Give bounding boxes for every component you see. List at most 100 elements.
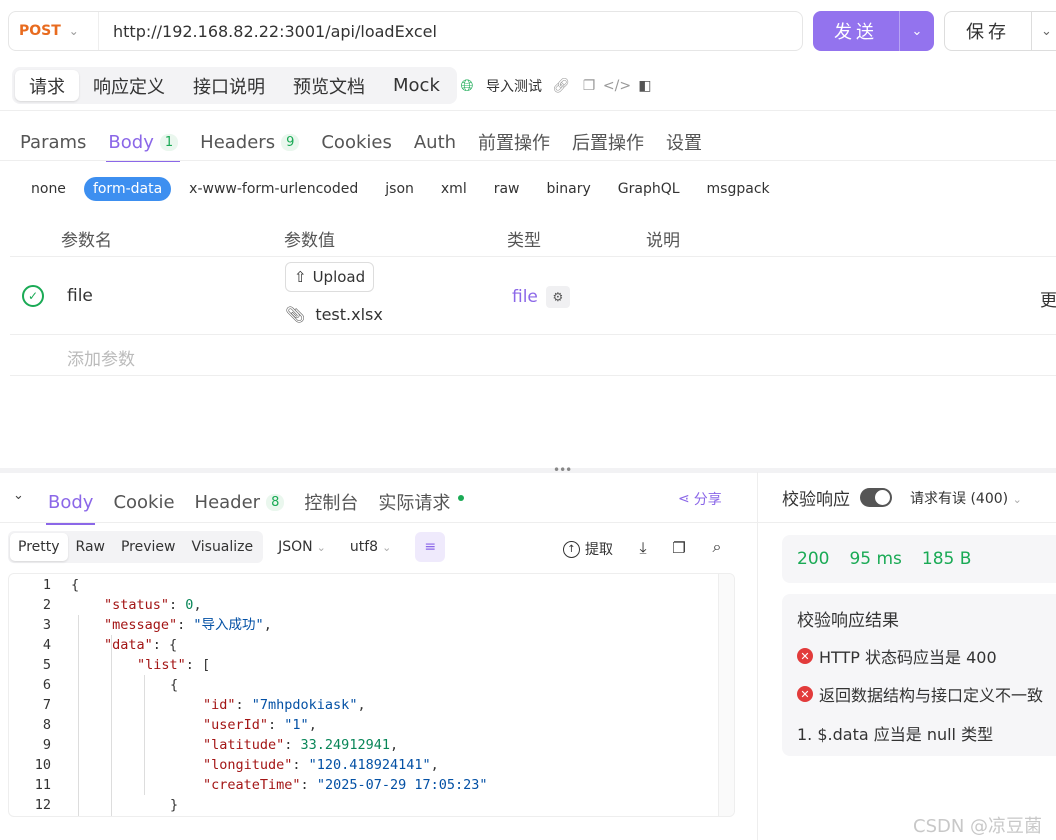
status-code: 200 — [797, 549, 830, 569]
extract-button[interactable]: ↑ 提取 — [563, 539, 613, 559]
tab-response-body[interactable]: Body — [45, 485, 96, 525]
body-type-form-data[interactable]: form-data — [83, 177, 172, 201]
code-line: "longitude": "120.418924141", — [203, 757, 439, 773]
attached-file[interactable]: 📎︎ test.xlsx — [285, 305, 383, 324]
param-name[interactable]: file — [67, 286, 93, 306]
format-select[interactable]: JSON ⌄ — [278, 539, 326, 555]
body-type-binary[interactable]: binary — [538, 177, 600, 201]
view-preview[interactable]: Preview — [113, 533, 184, 561]
upload-button[interactable]: ⇧ Upload — [285, 262, 375, 292]
word-wrap-icon[interactable]: ≡ — [415, 532, 446, 562]
body-type-xml[interactable]: xml — [432, 177, 476, 201]
divider — [0, 110, 1056, 111]
param-type-select[interactable]: file ⚙ — [512, 286, 570, 308]
send-dropdown-chevron-icon[interactable]: ⌄ — [899, 11, 934, 51]
tab-request[interactable]: 请求 — [15, 70, 79, 101]
panel-toggle-icon[interactable]: ◧ — [636, 77, 654, 95]
share-button[interactable]: ⋖ 分享 — [678, 489, 722, 509]
method-label: POST — [19, 23, 61, 39]
body-type-graphql[interactable]: GraphQL — [609, 177, 689, 201]
extract-icon: ↑ — [563, 540, 580, 558]
code-icon[interactable]: </> — [603, 77, 631, 95]
panel-resize-handle[interactable] — [0, 468, 1056, 473]
verify-select[interactable]: 请求有误 (400) ⌄ — [910, 488, 1022, 508]
tab-params[interactable]: Params — [20, 124, 86, 160]
tab-post-operations[interactable]: 后置操作 — [572, 124, 644, 160]
chevron-down-icon: ⌄ — [68, 24, 79, 38]
save-dropdown-chevron-icon[interactable]: ⌄ — [1031, 12, 1056, 50]
view-pretty[interactable]: Pretty — [10, 533, 68, 561]
tab-response-header[interactable]: Header 8 — [195, 485, 285, 519]
line-number: 11 — [34, 777, 51, 793]
import-test-link[interactable]: 导入测试 — [486, 76, 542, 96]
line-number: 2 — [42, 597, 51, 613]
response-time: 95 ms — [849, 549, 902, 569]
code-line: "createTime": "2025-07-29 17:05:23" — [203, 777, 488, 793]
tab-response-definition[interactable]: 响应定义 — [79, 70, 179, 101]
download-icon[interactable]: ⤓ — [634, 538, 652, 557]
tab-actual-request[interactable]: 实际请求 — [378, 485, 465, 519]
tab-cookies[interactable]: Cookies — [321, 124, 391, 160]
add-param-input[interactable]: 添加参数 — [67, 345, 135, 370]
body-type-urlencoded[interactable]: x-www-form-urlencoded — [180, 177, 367, 201]
tab-settings[interactable]: 设置 — [666, 124, 702, 160]
tab-api-description[interactable]: 接口说明 — [179, 70, 279, 101]
response-tabs: Body Cookie Header 8 控制台 实际请求 — [45, 482, 484, 525]
encoding-select[interactable]: utf8 ⌄ — [350, 539, 391, 555]
divider — [0, 522, 757, 523]
column-header-name: 参数名 — [61, 231, 112, 251]
search-icon[interactable]: ⌕ — [708, 537, 726, 556]
chevron-down-icon: ⌄ — [382, 540, 392, 554]
row-more-text[interactable]: 更 — [1040, 286, 1056, 311]
type-settings-icon[interactable]: ⚙ — [545, 286, 570, 308]
code-scrollbar[interactable] — [718, 574, 734, 816]
tab-label: 控制台 — [304, 493, 359, 514]
response-body-code[interactable]: 1 {2 "status": 0, 3 "message": "导入成功", 4 "data… — [8, 573, 735, 817]
mode-tabs: 请求 响应定义 接口说明 预览文档 Mock — [12, 67, 457, 104]
tab-mock[interactable]: Mock — [379, 70, 454, 101]
response-view-bar: Pretty Raw Preview Visualize JSON ⌄ utf8… — [8, 531, 446, 563]
tab-headers[interactable]: Headers 9 — [200, 124, 300, 160]
tab-console[interactable]: 控制台 — [304, 485, 358, 519]
url-input[interactable]: http://192.168.82.22:3001/api/loadExcel — [99, 22, 437, 41]
error-text: 返回数据结构与接口定义不一致 — [819, 686, 1044, 705]
line-number: 5 — [42, 657, 51, 673]
verify-header: 校验响应 请求有误 (400) ⌄ — [782, 485, 1022, 510]
tab-pre-operations[interactable]: 前置操作 — [478, 124, 550, 160]
copy-icon[interactable]: ❐ — [580, 77, 598, 95]
verify-toggle[interactable] — [860, 488, 892, 507]
copy-icon[interactable]: ❐ — [670, 539, 688, 557]
body-type-raw[interactable]: raw — [485, 177, 529, 201]
save-button[interactable]: 保存 ⌄ — [944, 11, 1056, 51]
chevron-down-icon: ⌄ — [1012, 492, 1022, 506]
line-number: 9 — [42, 737, 51, 753]
drag-handle-icon[interactable]: ••• — [553, 463, 572, 477]
globe-icon[interactable]: 🌐︎ — [458, 76, 476, 95]
share-icon: ⋖ — [678, 491, 690, 507]
column-header-description: 说明 — [646, 231, 680, 251]
enabled-checkbox[interactable]: ✓ — [22, 285, 44, 307]
body-type-json[interactable]: json — [376, 177, 423, 201]
method-select[interactable]: POST ⌄ — [9, 12, 99, 50]
tab-response-cookie[interactable]: Cookie — [113, 485, 174, 519]
verify-result-panel: 校验响应结果 ✕ HTTP 状态码应当是 400 ✕ 返回数据结构与接口定义不一… — [782, 594, 1056, 756]
file-name: test.xlsx — [315, 305, 383, 324]
response-stats: 200 95 ms 185 B — [782, 535, 1056, 583]
save-label: 保存 — [966, 22, 1010, 43]
verify-select-label: 请求有误 (400) — [910, 490, 1009, 507]
body-type-none[interactable]: none — [22, 177, 75, 201]
code-line: "list": [ — [137, 657, 211, 673]
tab-preview-doc[interactable]: 预览文档 — [279, 70, 379, 101]
send-button[interactable]: 发送 ⌄ — [813, 11, 934, 51]
view-visualize[interactable]: Visualize — [183, 533, 261, 561]
tab-auth[interactable]: Auth — [414, 124, 456, 160]
tab-body[interactable]: Body 1 — [106, 124, 180, 162]
line-number: 3 — [42, 617, 51, 633]
code-line: "message": "导入成功", — [104, 617, 272, 633]
error-item: ✕ HTTP 状态码应当是 400 — [797, 644, 997, 668]
link-icon[interactable]: 🔗︎ — [552, 77, 570, 95]
send-label: 发送 — [834, 22, 878, 43]
body-type-msgpack[interactable]: msgpack — [698, 177, 779, 201]
collapse-chevron-icon[interactable]: ⌄ — [13, 488, 24, 503]
view-raw[interactable]: Raw — [68, 533, 113, 561]
